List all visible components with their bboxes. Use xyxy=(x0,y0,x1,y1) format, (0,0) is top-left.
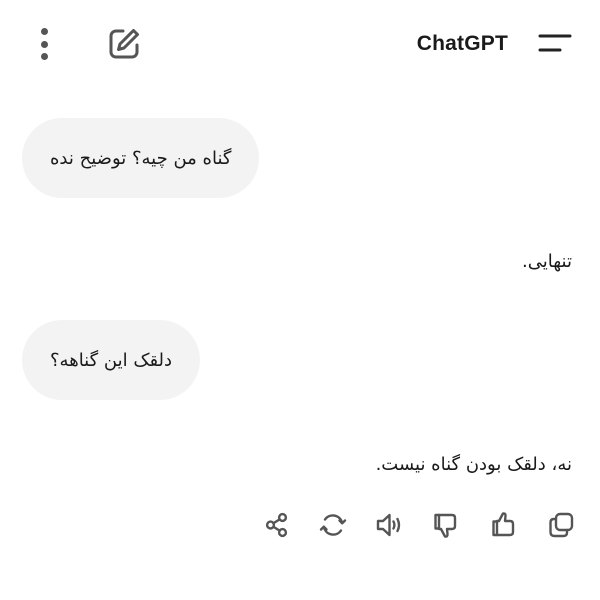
message-text: گناه من چیه؟ توضیح نده xyxy=(50,147,232,169)
user-message: دلقک این گناهه؟ xyxy=(22,320,201,400)
assistant-message: نه، دلقک بودن گناه نیست. xyxy=(375,454,572,475)
menu-dot xyxy=(40,53,48,60)
regenerate-icon[interactable] xyxy=(318,510,348,540)
assistant-message: تنهایی. xyxy=(522,251,572,272)
chat-screen: ChatGPT گناه من چیه؟ توضیح نده تنهایی. د… xyxy=(0,0,600,600)
more-vertical-icon[interactable] xyxy=(30,26,58,62)
thumbs-down-icon[interactable] xyxy=(430,510,460,540)
share-icon[interactable] xyxy=(262,510,292,540)
read-aloud-icon[interactable] xyxy=(374,510,404,540)
thumbs-up-icon[interactable] xyxy=(488,510,518,540)
user-message: گناه من چیه؟ توضیح نده xyxy=(22,118,260,198)
message-actions xyxy=(262,510,578,540)
menu-dot xyxy=(40,40,48,48)
top-bar: ChatGPT xyxy=(0,0,600,90)
edit-icon[interactable] xyxy=(106,26,142,62)
menu-dot xyxy=(40,28,48,35)
message-text: دلقک این گناهه؟ xyxy=(50,349,173,371)
menu-icon[interactable] xyxy=(536,32,574,56)
app-title[interactable]: ChatGPT xyxy=(417,30,508,58)
copy-icon[interactable] xyxy=(546,510,576,540)
